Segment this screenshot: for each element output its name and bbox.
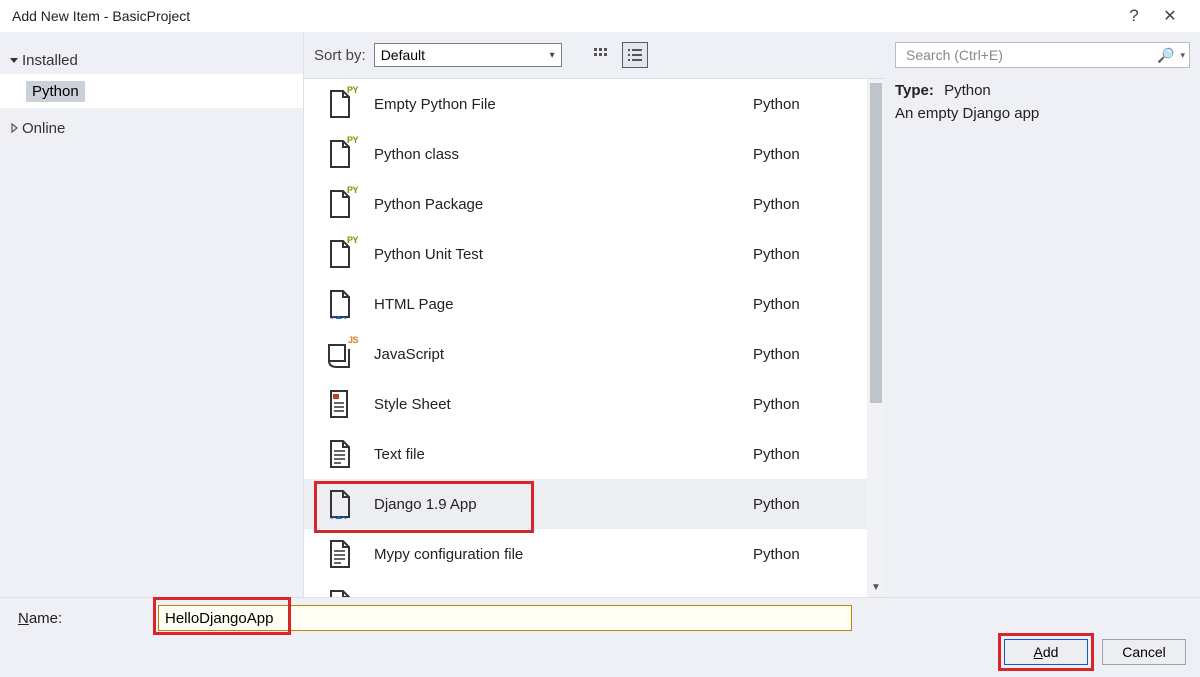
view-list-button[interactable] — [622, 42, 648, 68]
chevron-down-icon — [6, 55, 22, 65]
close-icon[interactable]: ✕ — [1152, 6, 1188, 26]
scrollbar[interactable]: ▼ — [867, 79, 885, 597]
template-language: Python — [753, 396, 843, 413]
add-button[interactable]: Add — [1004, 639, 1088, 665]
template-language: Python — [753, 96, 843, 113]
file-icon: <◆> — [322, 587, 356, 597]
details-panel: 🔍 ▾ Type: Python An empty Django app — [885, 32, 1200, 597]
template-language: Python — [753, 246, 843, 263]
template-toolbar: Sort by: Default ▾ — [304, 32, 885, 78]
template-item[interactable]: <◆> HTML PagePython — [304, 279, 867, 329]
title-bar: Add New Item - BasicProject ? ✕ — [0, 0, 1200, 32]
template-panel: Sort by: Default ▾ PYEmpty — [303, 32, 885, 597]
template-item[interactable]: Mypy configuration filePython — [304, 529, 867, 579]
svg-text:<◆>: <◆> — [331, 314, 347, 319]
category-tree: Installed Python Online — [0, 32, 303, 597]
template-name: Python Package — [374, 196, 753, 213]
template-item[interactable]: <◆> Django 1.9 AppPython — [304, 479, 867, 529]
template-name: Python class — [374, 146, 753, 163]
template-language: Python — [753, 446, 843, 463]
chevron-down-icon: ▾ — [550, 50, 555, 61]
sort-by-label: Sort by: — [314, 47, 366, 64]
file-icon: PY — [322, 87, 356, 121]
search-input[interactable] — [904, 46, 1153, 64]
template-name: HTML Page — [374, 296, 753, 313]
scroll-down-icon[interactable]: ▼ — [867, 579, 885, 595]
file-icon: <◆> — [322, 487, 356, 521]
template-language: Python — [753, 146, 843, 163]
list-icon — [627, 47, 643, 63]
template-item[interactable]: Text filePython — [304, 429, 867, 479]
template-name: Django 1.9 App — [374, 496, 753, 513]
template-name: Style Sheet — [374, 396, 753, 413]
category-label: Python — [26, 81, 85, 102]
file-icon: PY — [322, 237, 356, 271]
file-icon — [322, 437, 356, 471]
category-label: Installed — [22, 52, 78, 69]
cancel-button[interactable]: Cancel — [1102, 639, 1186, 665]
dialog-body: Installed Python Online Sort by: Default… — [0, 32, 1200, 597]
template-language: Python — [753, 496, 843, 513]
template-item[interactable]: PY Python classPython — [304, 129, 867, 179]
template-name: Text file — [374, 446, 753, 463]
search-dropdown-icon[interactable]: ▾ — [1178, 50, 1185, 61]
help-icon[interactable]: ? — [1116, 6, 1152, 26]
category-installed[interactable]: Installed — [0, 46, 303, 74]
sort-by-dropdown[interactable]: Default ▾ — [374, 43, 562, 67]
type-label: Type: — [895, 82, 934, 99]
template-item[interactable]: PY Empty Python FilePython — [304, 79, 867, 129]
category-label: Online — [22, 120, 65, 137]
category-python[interactable]: Python — [0, 74, 303, 108]
grid-icon — [593, 47, 609, 63]
scroll-thumb[interactable] — [870, 83, 882, 403]
file-icon — [322, 387, 356, 421]
button-row: Add Cancel — [1004, 639, 1186, 665]
search-icon[interactable]: 🔍 — [1153, 47, 1178, 64]
template-item[interactable]: <◆>Django 1.4 AppPython — [304, 579, 867, 597]
sort-by-value: Default — [381, 47, 425, 63]
bottom-bar: Name: Add Cancel — [0, 597, 1200, 677]
file-icon: PY — [322, 137, 356, 171]
template-item[interactable]: Style SheetPython — [304, 379, 867, 429]
chevron-right-icon — [6, 123, 22, 133]
file-icon: PY — [322, 187, 356, 221]
template-name: JavaScript — [374, 346, 753, 363]
window-title: Add New Item - BasicProject — [12, 8, 1116, 24]
template-name: Mypy configuration file — [374, 546, 753, 563]
template-item[interactable]: PY Python PackagePython — [304, 179, 867, 229]
template-list[interactable]: PYEmpty Python FilePythonPYPython classP… — [304, 79, 867, 597]
name-label: Name: — [18, 610, 158, 627]
template-list-wrap: PYEmpty Python FilePythonPYPython classP… — [304, 78, 885, 597]
template-name: Python Unit Test — [374, 246, 753, 263]
type-value: Python — [944, 82, 991, 99]
template-language: Python — [753, 546, 843, 563]
file-icon: <◆> — [322, 287, 356, 321]
svg-text:<◆>: <◆> — [331, 514, 347, 519]
name-input[interactable] — [158, 605, 852, 631]
template-item[interactable]: PY Python Unit TestPython — [304, 229, 867, 279]
template-language: Python — [753, 296, 843, 313]
view-icons-button[interactable] — [588, 42, 614, 68]
template-name: Empty Python File — [374, 96, 753, 113]
file-icon — [322, 537, 356, 571]
category-online[interactable]: Online — [0, 114, 303, 142]
template-language: Python — [753, 346, 843, 363]
template-item[interactable]: JS JavaScriptPython — [304, 329, 867, 379]
search-box[interactable]: 🔍 ▾ — [895, 42, 1190, 68]
template-description: An empty Django app — [895, 105, 1190, 122]
file-icon: JS — [322, 337, 356, 371]
template-details: Type: Python An empty Django app — [895, 68, 1190, 122]
name-row: Name: — [0, 598, 1200, 638]
template-language: Python — [753, 196, 843, 213]
